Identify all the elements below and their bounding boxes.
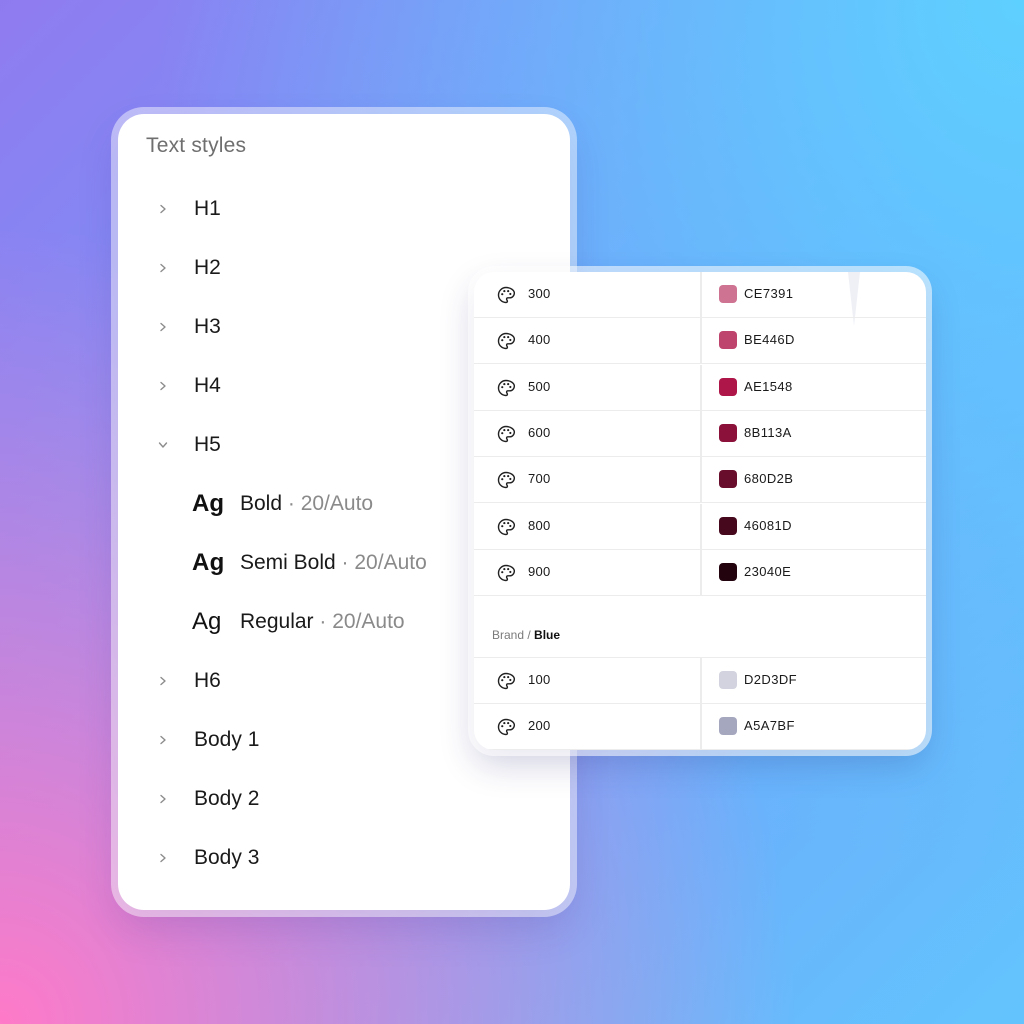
color-row[interactable]: 900 23040E bbox=[474, 549, 926, 596]
hex-value: AE1548 bbox=[744, 378, 793, 394]
hex-value: A5A7BF bbox=[744, 718, 795, 734]
column-divider bbox=[700, 318, 702, 364]
column-divider bbox=[700, 704, 702, 750]
shade-label: 900 bbox=[528, 563, 551, 579]
shade-label: 300 bbox=[528, 286, 551, 301]
style-spec: · 20/Auto bbox=[335, 550, 427, 574]
tree-item-h1[interactable]: H1 bbox=[118, 179, 570, 238]
shade-label: 200 bbox=[528, 718, 551, 734]
tree-item-label: H1 bbox=[194, 196, 221, 220]
color-swatch[interactable] bbox=[719, 470, 737, 489]
color-swatch[interactable] bbox=[719, 516, 737, 535]
shade-label: 500 bbox=[528, 378, 551, 394]
color-swatch[interactable] bbox=[719, 562, 737, 581]
style-weight: Regular bbox=[240, 609, 314, 633]
hex-value: 680D2B bbox=[744, 471, 794, 487]
style-name: Bold · 20/Auto bbox=[240, 492, 373, 516]
column-divider bbox=[700, 457, 702, 503]
chevron-right-icon[interactable] bbox=[156, 733, 170, 747]
type-sample: Ag bbox=[192, 489, 224, 517]
chevron-right-icon[interactable] bbox=[156, 674, 170, 688]
group-name: Blue bbox=[534, 628, 561, 642]
palette-icon bbox=[496, 424, 516, 444]
chevron-right-icon[interactable] bbox=[156, 379, 170, 393]
hex-value: 8B113A bbox=[744, 424, 792, 440]
style-spec: · 20/Auto bbox=[282, 491, 374, 515]
color-group-header: Brand / Blue bbox=[474, 594, 926, 658]
color-swatch[interactable] bbox=[719, 423, 737, 442]
color-styles-panel: Brand / Blue 300 CE7391 400 BE446D 500 AE1548… bbox=[474, 272, 926, 750]
type-sample: Ag bbox=[192, 548, 225, 576]
palette-icon bbox=[496, 517, 516, 537]
color-row[interactable]: 500 AE1548 bbox=[474, 364, 926, 411]
color-row[interactable]: 600 8B113A bbox=[474, 410, 926, 457]
palette-icon bbox=[496, 285, 516, 305]
color-swatch[interactable] bbox=[719, 377, 737, 396]
style-weight: Bold bbox=[240, 491, 283, 515]
tree-item-label: H5 bbox=[194, 432, 221, 456]
type-sample: Ag bbox=[192, 607, 222, 635]
tree-item-label: H4 bbox=[194, 373, 221, 397]
chevron-right-icon[interactable] bbox=[156, 202, 170, 216]
chevron-right-icon[interactable] bbox=[156, 320, 170, 334]
palette-icon bbox=[496, 563, 516, 583]
color-row[interactable]: 700 680D2B bbox=[474, 457, 926, 504]
palette-icon bbox=[496, 378, 516, 398]
style-name: Regular · 20/Auto bbox=[240, 610, 405, 634]
shade-label: 100 bbox=[528, 672, 551, 687]
color-swatch[interactable] bbox=[719, 717, 737, 736]
chevron-right-icon[interactable] bbox=[156, 851, 170, 865]
tree-item-label: H6 bbox=[194, 668, 221, 692]
palette-icon bbox=[496, 470, 516, 490]
tree-item-body-3[interactable]: Body 3 bbox=[118, 828, 570, 887]
tree-item-label: Body 3 bbox=[194, 845, 260, 869]
tree-item-label: Body 1 bbox=[194, 727, 260, 751]
color-swatch[interactable] bbox=[719, 671, 737, 689]
column-divider bbox=[700, 272, 702, 317]
column-divider bbox=[700, 503, 702, 549]
tree-item-label: H3 bbox=[194, 314, 221, 338]
column-divider bbox=[700, 410, 702, 456]
column-divider bbox=[700, 549, 702, 595]
color-row[interactable]: 200 A5A7BF bbox=[474, 704, 926, 750]
color-swatch[interactable] bbox=[719, 285, 737, 303]
style-weight: Semi Bold bbox=[240, 550, 336, 574]
shade-label: 800 bbox=[528, 517, 551, 533]
panel-title: Text styles bbox=[146, 134, 247, 157]
tree-item-body-2[interactable]: Body 2 bbox=[118, 769, 570, 828]
palette-icon bbox=[496, 717, 516, 737]
hex-value: CE7391 bbox=[744, 286, 794, 301]
shade-label: 400 bbox=[528, 332, 551, 348]
hex-value: D2D3DF bbox=[744, 672, 797, 687]
style-name: Semi Bold · 20/Auto bbox=[240, 551, 427, 575]
column-divider bbox=[700, 658, 702, 703]
color-swatch[interactable] bbox=[719, 331, 737, 350]
chevron-right-icon[interactable] bbox=[156, 792, 170, 806]
tree-item-label: Body 2 bbox=[194, 786, 260, 810]
style-spec: · 20/Auto bbox=[313, 609, 405, 633]
shade-label: 700 bbox=[528, 471, 551, 487]
color-row[interactable]: 100 D2D3DF bbox=[474, 658, 926, 704]
column-divider bbox=[700, 364, 702, 410]
color-row[interactable]: 400 BE446D bbox=[474, 318, 926, 365]
palette-icon bbox=[496, 331, 516, 351]
hex-value: BE446D bbox=[744, 332, 795, 348]
chevron-down-icon[interactable] bbox=[156, 438, 170, 452]
group-prefix: Brand / bbox=[492, 628, 535, 642]
color-row[interactable]: 300 CE7391 bbox=[474, 272, 926, 318]
hex-value: 46081D bbox=[744, 517, 792, 533]
color-row[interactable]: 800 46081D bbox=[474, 503, 926, 550]
palette-icon bbox=[496, 671, 516, 691]
hex-value: 23040E bbox=[744, 563, 792, 579]
group-label: Brand / Blue bbox=[492, 628, 560, 642]
shade-label: 600 bbox=[528, 424, 551, 440]
tree-item-label: H2 bbox=[194, 255, 221, 279]
chevron-right-icon[interactable] bbox=[156, 261, 170, 275]
